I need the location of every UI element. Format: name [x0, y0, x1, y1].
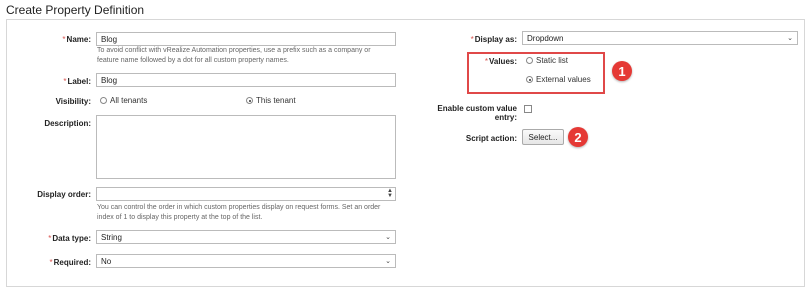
- radio-all-tenants-label: All tenants: [110, 96, 148, 106]
- callout-badge-1: 1: [612, 61, 632, 81]
- display-as-label: *Display as:: [471, 35, 517, 44]
- values-option-static-list[interactable]: Static list: [526, 56, 568, 65]
- enable-custom-label-line-1: Enable custom value: [437, 104, 517, 113]
- display-order-label: Display order:: [37, 190, 91, 199]
- name-input[interactable]: Blog: [96, 32, 396, 46]
- radio-external-values[interactable]: [526, 76, 533, 84]
- label-label: *Label:: [63, 77, 91, 86]
- required-marker: *: [484, 57, 488, 66]
- radio-external-values-label: External values: [536, 75, 591, 85]
- name-help: To avoid conflict with vRealize Automati…: [97, 46, 397, 66]
- spinner-down-icon[interactable]: ▼: [387, 193, 393, 199]
- label-input[interactable]: Blog: [96, 73, 396, 87]
- values-option-external-values[interactable]: External values: [526, 75, 591, 84]
- radio-this-tenant-label: This tenant: [256, 96, 296, 106]
- chevron-down-icon[interactable]: ⌄: [787, 34, 793, 42]
- display-order-help: You can control the order in which custo…: [97, 203, 402, 223]
- data-type-select[interactable]: String ⌄: [96, 230, 396, 244]
- required-select[interactable]: No ⌄: [96, 254, 396, 268]
- chevron-down-icon[interactable]: ⌄: [385, 257, 391, 265]
- label-label-text: Label:: [67, 77, 91, 86]
- required-value: No: [101, 256, 112, 266]
- radio-static-list-label: Static list: [536, 56, 569, 66]
- enable-custom-label-line-2: entry:: [494, 113, 517, 122]
- required-marker: *: [49, 258, 53, 267]
- name-help-line-1: To avoid conflict with vRealize Automati…: [97, 47, 371, 54]
- required-marker: *: [48, 234, 52, 243]
- name-label-text: Name:: [66, 35, 91, 44]
- required-label-text: Required:: [53, 258, 91, 267]
- data-type-label: *Data type:: [48, 234, 91, 243]
- required-marker: *: [62, 35, 66, 44]
- display-order-input[interactable]: ▲ ▼: [96, 187, 396, 201]
- display-order-help-line-1: You can control the order in which custo…: [97, 204, 381, 211]
- visibility-label: Visibility:: [55, 97, 91, 106]
- radio-all-tenants[interactable]: [100, 97, 107, 105]
- visibility-option-all-tenants[interactable]: All tenants: [100, 96, 147, 105]
- visibility-option-this-tenant[interactable]: This tenant: [246, 96, 296, 105]
- display-as-label-text: Display as:: [474, 35, 517, 44]
- chevron-down-icon[interactable]: ⌄: [385, 233, 391, 241]
- values-label-text: Values:: [488, 57, 517, 66]
- page-title: Create Property Definition: [6, 3, 145, 17]
- spinner[interactable]: ▲ ▼: [387, 188, 393, 199]
- description-textarea[interactable]: [96, 115, 396, 179]
- description-label: Description:: [44, 119, 91, 128]
- enable-custom-label: Enable custom value entry:: [437, 104, 517, 122]
- display-as-select[interactable]: Dropdown ⌄: [522, 31, 798, 45]
- radio-static-list[interactable]: [526, 57, 533, 65]
- data-type-value: String: [101, 232, 122, 242]
- radio-this-tenant[interactable]: [246, 97, 253, 105]
- name-label: *Name:: [62, 35, 91, 44]
- select-script-button[interactable]: Select...: [522, 129, 564, 145]
- callout-badge-2: 2: [568, 127, 588, 147]
- script-action-label: Script action:: [465, 134, 517, 143]
- name-help-line-2: feature name followed by a dot for all c…: [97, 57, 289, 64]
- enable-custom-checkbox[interactable]: [524, 105, 532, 113]
- display-as-value: Dropdown: [527, 33, 564, 43]
- required-marker: *: [470, 35, 474, 44]
- values-label: *Values:: [485, 57, 517, 66]
- data-type-label-text: Data type:: [52, 234, 91, 243]
- required-label: *Required:: [50, 258, 91, 267]
- display-order-help-line-2: index of 1 to display this property at t…: [97, 214, 263, 221]
- required-marker: *: [63, 77, 67, 86]
